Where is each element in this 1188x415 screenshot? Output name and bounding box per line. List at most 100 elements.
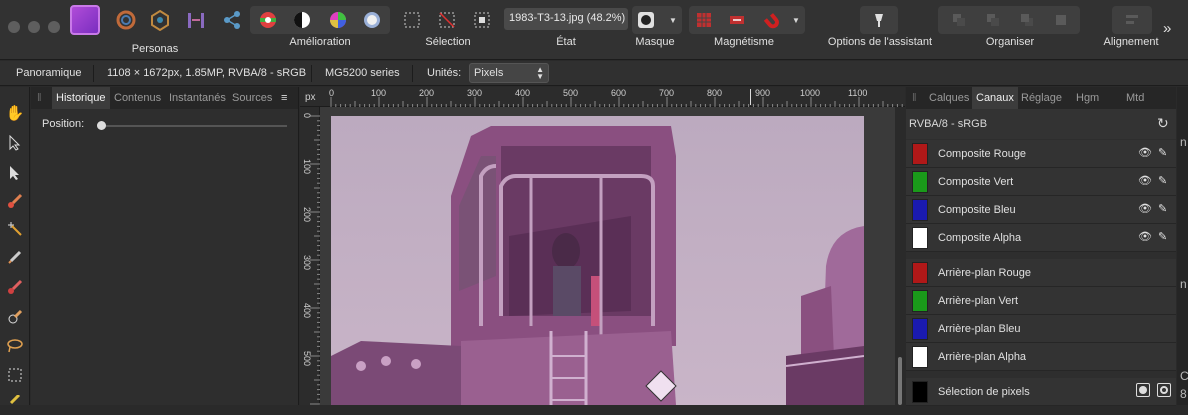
hsl-icon[interactable] (324, 6, 352, 34)
eye-icon[interactable]: 👁 (1138, 202, 1152, 215)
selection-brush-icon[interactable] (3, 305, 27, 329)
assistant-button[interactable] (860, 6, 898, 34)
mask-button[interactable]: ▼ (632, 6, 682, 34)
channel-row[interactable]: Arrière-plan Rouge (906, 259, 1176, 287)
chevron-down-icon: ▼ (669, 15, 677, 25)
deselect-icon[interactable] (433, 6, 461, 34)
ruler-tick: 900 (755, 88, 771, 98)
panel-grip-icon: ‖ (37, 92, 42, 104)
channel-thumbnail (912, 199, 928, 221)
colorspace-header: RVBA/8 - sRGB ↻ (906, 109, 1176, 139)
close-window-button[interactable] (8, 21, 20, 33)
color-picker-icon[interactable] (3, 245, 27, 269)
channel-row[interactable]: Composite Alpha 👁 ✎ (906, 224, 1176, 252)
magic-wand-icon[interactable] (3, 217, 27, 241)
crop-tool-icon[interactable] (3, 391, 27, 415)
channel-row[interactable]: Arrière-plan Bleu (906, 315, 1176, 343)
divider (93, 65, 94, 82)
pencil-icon[interactable]: ✎ (1158, 174, 1167, 187)
eye-icon[interactable]: 👁 (1138, 174, 1152, 187)
ruler-tick: 1100 (848, 88, 868, 98)
more-tools-icon[interactable]: » (1163, 20, 1171, 37)
tab-snapshots[interactable]: Instantanés (169, 92, 226, 104)
tab-histogram[interactable]: Hgm (1076, 92, 1099, 104)
view-tool-icon[interactable] (3, 131, 27, 155)
channel-row[interactable]: Composite Rouge 👁 ✎ (906, 140, 1176, 168)
stepper-icon: ▲ ▼ (536, 65, 544, 81)
eye-icon[interactable]: 👁 (1138, 146, 1152, 159)
hand-tool-icon[interactable]: ✋ (3, 101, 27, 125)
move-to-back-icon[interactable] (944, 6, 974, 34)
channel-row[interactable]: Sélection de pixels (906, 378, 1176, 406)
channel-name: Arrière-plan Vert (938, 295, 1019, 307)
grid-icon[interactable] (690, 6, 718, 34)
minimize-window-button[interactable] (28, 21, 40, 33)
document-image[interactable] (331, 116, 864, 405)
snapping-menu-icon[interactable]: ▼ (789, 6, 803, 34)
freehand-selection-icon[interactable] (3, 333, 27, 357)
tab-contents[interactable]: Contenus (114, 92, 161, 104)
guides-icon[interactable] (723, 6, 751, 34)
photo-persona-icon[interactable] (70, 5, 100, 35)
black-white-icon[interactable] (288, 6, 316, 34)
white-balance-icon[interactable] (358, 6, 386, 34)
magnet-icon[interactable] (756, 6, 786, 34)
eye-icon[interactable]: 👁 (1138, 230, 1152, 243)
zoom-window-button[interactable] (48, 21, 60, 33)
context-toolbar: Panoramique 1108 × 1672px, 1.85MP, RVBA/… (0, 61, 1188, 86)
edge-text: C (1180, 369, 1188, 383)
tab-adjustments[interactable]: Réglage (1021, 92, 1062, 104)
rectangular-marquee-icon[interactable] (3, 363, 27, 387)
units-label: Unités: (427, 67, 462, 79)
vertical-scrollbar[interactable] (895, 107, 905, 405)
channel-row[interactable]: Arrière-plan Vert (906, 287, 1176, 315)
develop-persona-icon[interactable] (146, 6, 174, 34)
move-to-front-icon[interactable] (1046, 6, 1076, 34)
alignment-button[interactable] (1112, 6, 1152, 34)
mask-channel-icon[interactable] (1136, 383, 1150, 397)
channel-row[interactable]: Composite Bleu 👁 ✎ (906, 196, 1176, 224)
channel-name: Composite Rouge (938, 148, 1027, 160)
move-tool-icon[interactable] (3, 161, 27, 185)
slider-knob[interactable] (97, 121, 106, 130)
select-all-icon[interactable] (398, 6, 426, 34)
tab-metadata[interactable]: Mtd (1126, 92, 1144, 104)
move-forward-icon[interactable] (1012, 6, 1042, 34)
tab-sources[interactable]: Sources (232, 92, 272, 104)
tab-channels[interactable]: Canaux (972, 87, 1018, 109)
printer-name: MG5200 series (325, 67, 400, 79)
document-title-field[interactable]: 1983-T3-13.jpg (48.2%) (504, 8, 628, 30)
invert-selection-icon[interactable] (468, 6, 496, 34)
tab-history[interactable]: Historique (52, 87, 110, 109)
edge-text: n (1180, 277, 1187, 291)
position-slider[interactable] (97, 121, 287, 130)
tab-layers[interactable]: Calques (929, 92, 969, 104)
channel-name: Arrière-plan Bleu (938, 323, 1021, 335)
liquify-persona-icon[interactable] (112, 6, 140, 34)
tone-mapping-persona-icon[interactable] (182, 6, 210, 34)
levels-icon[interactable] (254, 6, 282, 34)
spot-channel-icon[interactable] (1157, 383, 1171, 397)
channel-row[interactable]: Composite Vert 👁 ✎ (906, 168, 1176, 196)
ruler-tick: 500 (563, 88, 579, 98)
vertical-ruler: 0 100 200 300 400 500 (300, 107, 320, 405)
scrollbar-thumb[interactable] (898, 357, 902, 405)
channel-row[interactable]: Arrière-plan Alpha (906, 343, 1176, 371)
units-select[interactable]: Pixels ▲ ▼ (469, 63, 549, 83)
move-back-icon[interactable] (978, 6, 1008, 34)
reset-icon[interactable]: ↻ (1157, 115, 1169, 132)
pencil-icon[interactable]: ✎ (1158, 146, 1167, 159)
brush-tool-icon[interactable] (3, 275, 27, 299)
studio-tabs: ‖ Calques Canaux Réglage Hgm Mtd (906, 87, 1176, 109)
share-icon[interactable] (219, 6, 245, 34)
snapping-label: Magnétisme (714, 36, 774, 48)
ruler-tick: 0 (329, 88, 335, 98)
panel-menu-icon[interactable]: ≡ (281, 92, 287, 104)
paint-brush-icon[interactable] (3, 189, 27, 213)
ruler-tick: 700 (659, 88, 675, 98)
edge-text: 8 (1180, 387, 1187, 401)
pencil-icon[interactable]: ✎ (1158, 202, 1167, 215)
units-value: Pixels (474, 67, 504, 79)
history-panel: ‖ Historique Contenus Instantanés Source… (31, 87, 299, 405)
pencil-icon[interactable]: ✎ (1158, 230, 1167, 243)
